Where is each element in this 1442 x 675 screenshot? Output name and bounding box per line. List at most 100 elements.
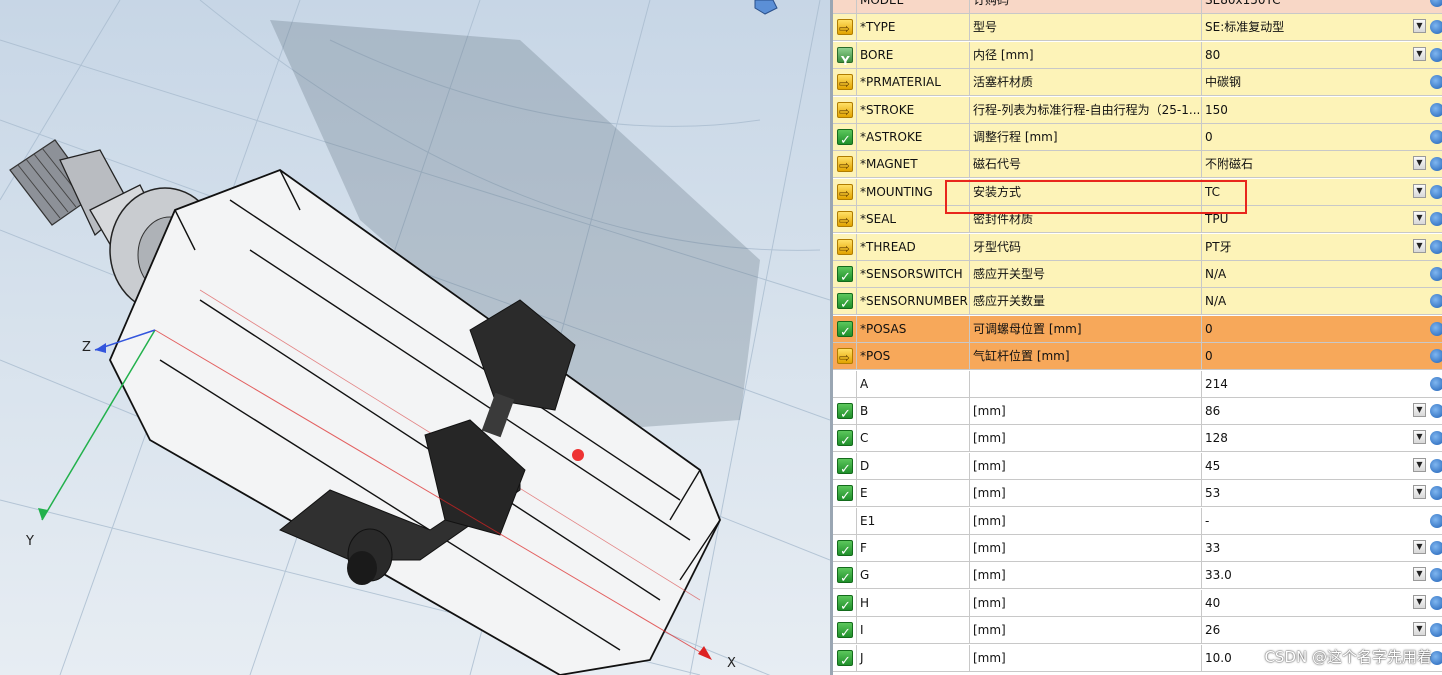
checkmark-icon[interactable] [837, 594, 853, 616]
checkmark-icon[interactable] [837, 484, 853, 506]
checkmark-icon[interactable] [837, 320, 853, 342]
dropdown-arrow-icon[interactable]: ▼ [1413, 457, 1426, 472]
property-row-thread[interactable]: *THREAD牙型代码PT牙▼ [833, 233, 1442, 261]
property-row-type[interactable]: *TYPE型号SE:标准复动型▼ [833, 14, 1442, 42]
y-axis-label: Y [26, 534, 34, 549]
property-row-e[interactable]: E[mm]53▼ [833, 480, 1442, 508]
dropdown-arrow-icon[interactable]: ▼ [1413, 403, 1426, 417]
property-name: C [857, 425, 970, 452]
checkmark-icon[interactable] [837, 429, 853, 451]
checkmark-icon[interactable] [837, 649, 853, 671]
dropdown-arrow-icon[interactable]: ▼ [1413, 485, 1426, 500]
dropdown-arrow-icon[interactable]: ▼ [1413, 46, 1426, 61]
property-value[interactable]: N/A [1202, 288, 1426, 314]
property-value[interactable]: 不附磁石 [1202, 151, 1426, 177]
property-value[interactable]: 86 [1202, 398, 1426, 424]
row-icon-cell [833, 398, 857, 424]
arrow-right-icon[interactable] [837, 154, 853, 177]
row-icon-cell [833, 617, 857, 644]
property-row-magnet[interactable]: *MAGNET磁石代号不附磁石▼ [833, 151, 1442, 179]
arrow-right-icon[interactable] [837, 17, 853, 40]
property-value[interactable]: 33 [1202, 535, 1426, 561]
checkmark-icon[interactable] [837, 292, 853, 314]
checkmark-icon[interactable] [837, 402, 853, 424]
dropdown-arrow-icon[interactable]: ▼ [1413, 622, 1426, 637]
property-row-pos[interactable]: *POS气缸杆位置 [mm]0 [833, 343, 1442, 371]
arrow-right-icon[interactable] [837, 182, 853, 205]
property-row-g[interactable]: G[mm]33.0▼ [833, 562, 1442, 590]
property-description: 磁石代号 [970, 151, 1202, 178]
checkmark-icon[interactable] [837, 566, 853, 588]
property-value[interactable]: 26 [1202, 617, 1426, 643]
arrow-right-icon[interactable] [837, 237, 853, 260]
checkmark-icon[interactable] [837, 539, 853, 561]
property-value[interactable]: SE80x150TC [1202, 0, 1426, 13]
property-row-astroke[interactable]: *ASTROKE调整行程 [mm]0 [833, 124, 1442, 151]
property-row-d[interactable]: D[mm]45▼ [833, 452, 1442, 480]
property-value[interactable]: 214 [1202, 371, 1426, 397]
arrow-right-icon[interactable] [837, 346, 853, 369]
property-row-b[interactable]: B[mm]86▼ [833, 398, 1442, 425]
property-value[interactable]: 80 [1202, 42, 1426, 68]
row-marker-icon [1430, 595, 1442, 610]
property-value[interactable]: 40 [1202, 590, 1426, 616]
dropdown-arrow-icon[interactable]: ▼ [1413, 211, 1426, 226]
watermark: CSDN @这个名字先用着 [1264, 648, 1432, 666]
property-name: *POS [857, 343, 970, 370]
property-value[interactable]: 中碳钢 [1202, 69, 1426, 95]
property-name: G [857, 562, 970, 589]
property-value[interactable]: 0 [1202, 316, 1426, 342]
dropdown-arrow-icon[interactable]: ▼ [1413, 238, 1426, 253]
dropdown-arrow-icon[interactable]: ▼ [1413, 430, 1426, 445]
row-icon-cell [833, 507, 857, 534]
property-value[interactable]: 0 [1202, 124, 1426, 150]
row-icon-cell [833, 69, 857, 96]
dropdown-arrow-icon[interactable]: ▼ [1413, 567, 1426, 582]
row-icon-cell [833, 589, 857, 616]
dropdown-arrow-icon[interactable]: ▼ [1413, 594, 1426, 609]
property-row-prmaterial[interactable]: *PRMATERIAL活塞杆材质中碳钢 [833, 69, 1442, 97]
property-row-posas[interactable]: *POSAS可调螺母位置 [mm]0 [833, 315, 1442, 343]
filter-icon[interactable] [837, 46, 853, 68]
3d-viewport[interactable]: Z Y X [0, 0, 830, 675]
property-value[interactable]: 150 [1202, 97, 1426, 123]
property-row-sensorswitch[interactable]: *SENSORSWITCH感应开关型号N/A [833, 261, 1442, 288]
property-row-a[interactable]: A 214 [833, 370, 1442, 398]
property-value[interactable]: PT牙 [1202, 234, 1426, 260]
property-row-stroke[interactable]: *STROKE行程-列表为标准行程-自由行程为（25-1...150 [833, 96, 1442, 124]
property-value[interactable]: 53 [1202, 480, 1426, 506]
property-value[interactable]: 33.0 [1202, 562, 1426, 588]
row-marker-icon [1430, 513, 1442, 528]
property-row-f[interactable]: F[mm]33▼ [833, 535, 1442, 562]
row-marker-icon [1430, 239, 1442, 254]
dropdown-arrow-icon[interactable]: ▼ [1413, 540, 1426, 554]
property-value[interactable]: - [1202, 508, 1426, 534]
row-icon-cell [833, 343, 857, 370]
property-row-bore[interactable]: BORE内径 [mm]80▼ [833, 41, 1442, 69]
row-marker-icon [1430, 102, 1442, 117]
property-value[interactable]: N/A [1202, 261, 1426, 287]
dropdown-arrow-icon[interactable]: ▼ [1413, 19, 1426, 34]
property-row-h[interactable]: H[mm]40▼ [833, 589, 1442, 617]
checkmark-icon[interactable] [837, 457, 853, 479]
property-value[interactable]: 0 [1202, 343, 1426, 369]
checkmark-icon[interactable] [837, 265, 853, 287]
property-value[interactable]: SE:标准复动型 [1202, 14, 1426, 40]
arrow-right-icon[interactable] [837, 72, 853, 95]
property-value[interactable]: 128 [1202, 425, 1426, 451]
checkmark-icon[interactable] [837, 621, 853, 643]
arrow-right-icon[interactable] [837, 209, 853, 232]
row-icon-cell [833, 206, 857, 233]
property-row-sensornumber[interactable]: *SENSORNUMBER感应开关数量N/A [833, 288, 1442, 316]
row-icon-cell [833, 233, 857, 260]
checkmark-icon[interactable] [837, 128, 853, 150]
property-row-e1[interactable]: E1 [mm] - [833, 507, 1442, 535]
arrow-right-icon[interactable] [837, 100, 853, 123]
property-row-i[interactable]: I[mm]26▼ [833, 617, 1442, 645]
dropdown-arrow-icon[interactable]: ▼ [1413, 156, 1426, 171]
property-name: E1 [857, 507, 970, 534]
property-row-model[interactable]: MODEL 订购码 SE80x150TC [833, 0, 1442, 14]
property-value[interactable]: 45 [1202, 453, 1426, 479]
property-row-c[interactable]: C[mm]128▼ [833, 425, 1442, 453]
dropdown-arrow-icon[interactable]: ▼ [1413, 183, 1426, 198]
